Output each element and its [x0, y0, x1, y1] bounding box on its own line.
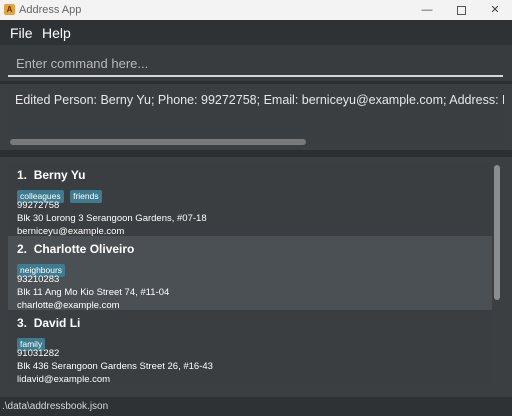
menu-bar: File Help: [0, 20, 512, 45]
menu-help[interactable]: Help: [42, 25, 71, 41]
list-vertical-scrollbar[interactable]: [494, 165, 500, 300]
person-phone: 99272758: [17, 200, 60, 211]
person-name: 2. Charlotte Oliveiro: [17, 242, 135, 256]
person-address: Blk 436 Serangoon Gardens Street 26, #16…: [17, 361, 213, 372]
tag-badge: friends: [70, 190, 102, 203]
result-display: Edited Person: Berny Yu; Phone: 99272758…: [8, 87, 504, 145]
title-bar: A Address App — ✕: [0, 0, 512, 20]
person-card[interactable]: 3. David Li family 91031282 Blk 436 Sera…: [8, 310, 492, 385]
maximize-icon: [456, 5, 466, 15]
person-list: 1. Berny Yu colleagues friends 99272758 …: [0, 157, 512, 397]
person-name: 1. Berny Yu: [17, 168, 86, 182]
app-icon: A: [4, 4, 15, 15]
window-title: Address App: [19, 4, 82, 16]
minimize-button[interactable]: —: [410, 0, 444, 20]
person-name: 3. David Li: [17, 316, 81, 330]
divider: [0, 150, 512, 157]
result-horizontal-scrollbar[interactable]: [10, 139, 306, 145]
divider: [0, 81, 512, 84]
person-phone: 93210283: [17, 274, 60, 285]
person-email: lidavid@example.com: [17, 374, 111, 385]
data-file-path: .\data\addressbook.json: [2, 401, 109, 412]
maximize-button[interactable]: [444, 0, 478, 20]
menu-file[interactable]: File: [10, 25, 33, 41]
command-input[interactable]: [8, 51, 503, 77]
person-address: Blk 30 Lorong 3 Serangoon Gardens, #07-1…: [17, 213, 207, 224]
result-text: Edited Person: Berny Yu; Phone: 99272758…: [15, 93, 504, 107]
command-box: [0, 45, 512, 81]
person-address: Blk 11 Ang Mo Kio Street 74, #11-04: [17, 287, 170, 298]
person-card[interactable]: 2. Charlotte Oliveiro neighbours 9321028…: [8, 236, 492, 311]
status-bar: .\data\addressbook.json: [0, 397, 512, 416]
person-card[interactable]: 1. Berny Yu colleagues friends 99272758 …: [8, 162, 492, 237]
close-button[interactable]: ✕: [478, 0, 512, 20]
person-phone: 91031282: [17, 348, 60, 359]
